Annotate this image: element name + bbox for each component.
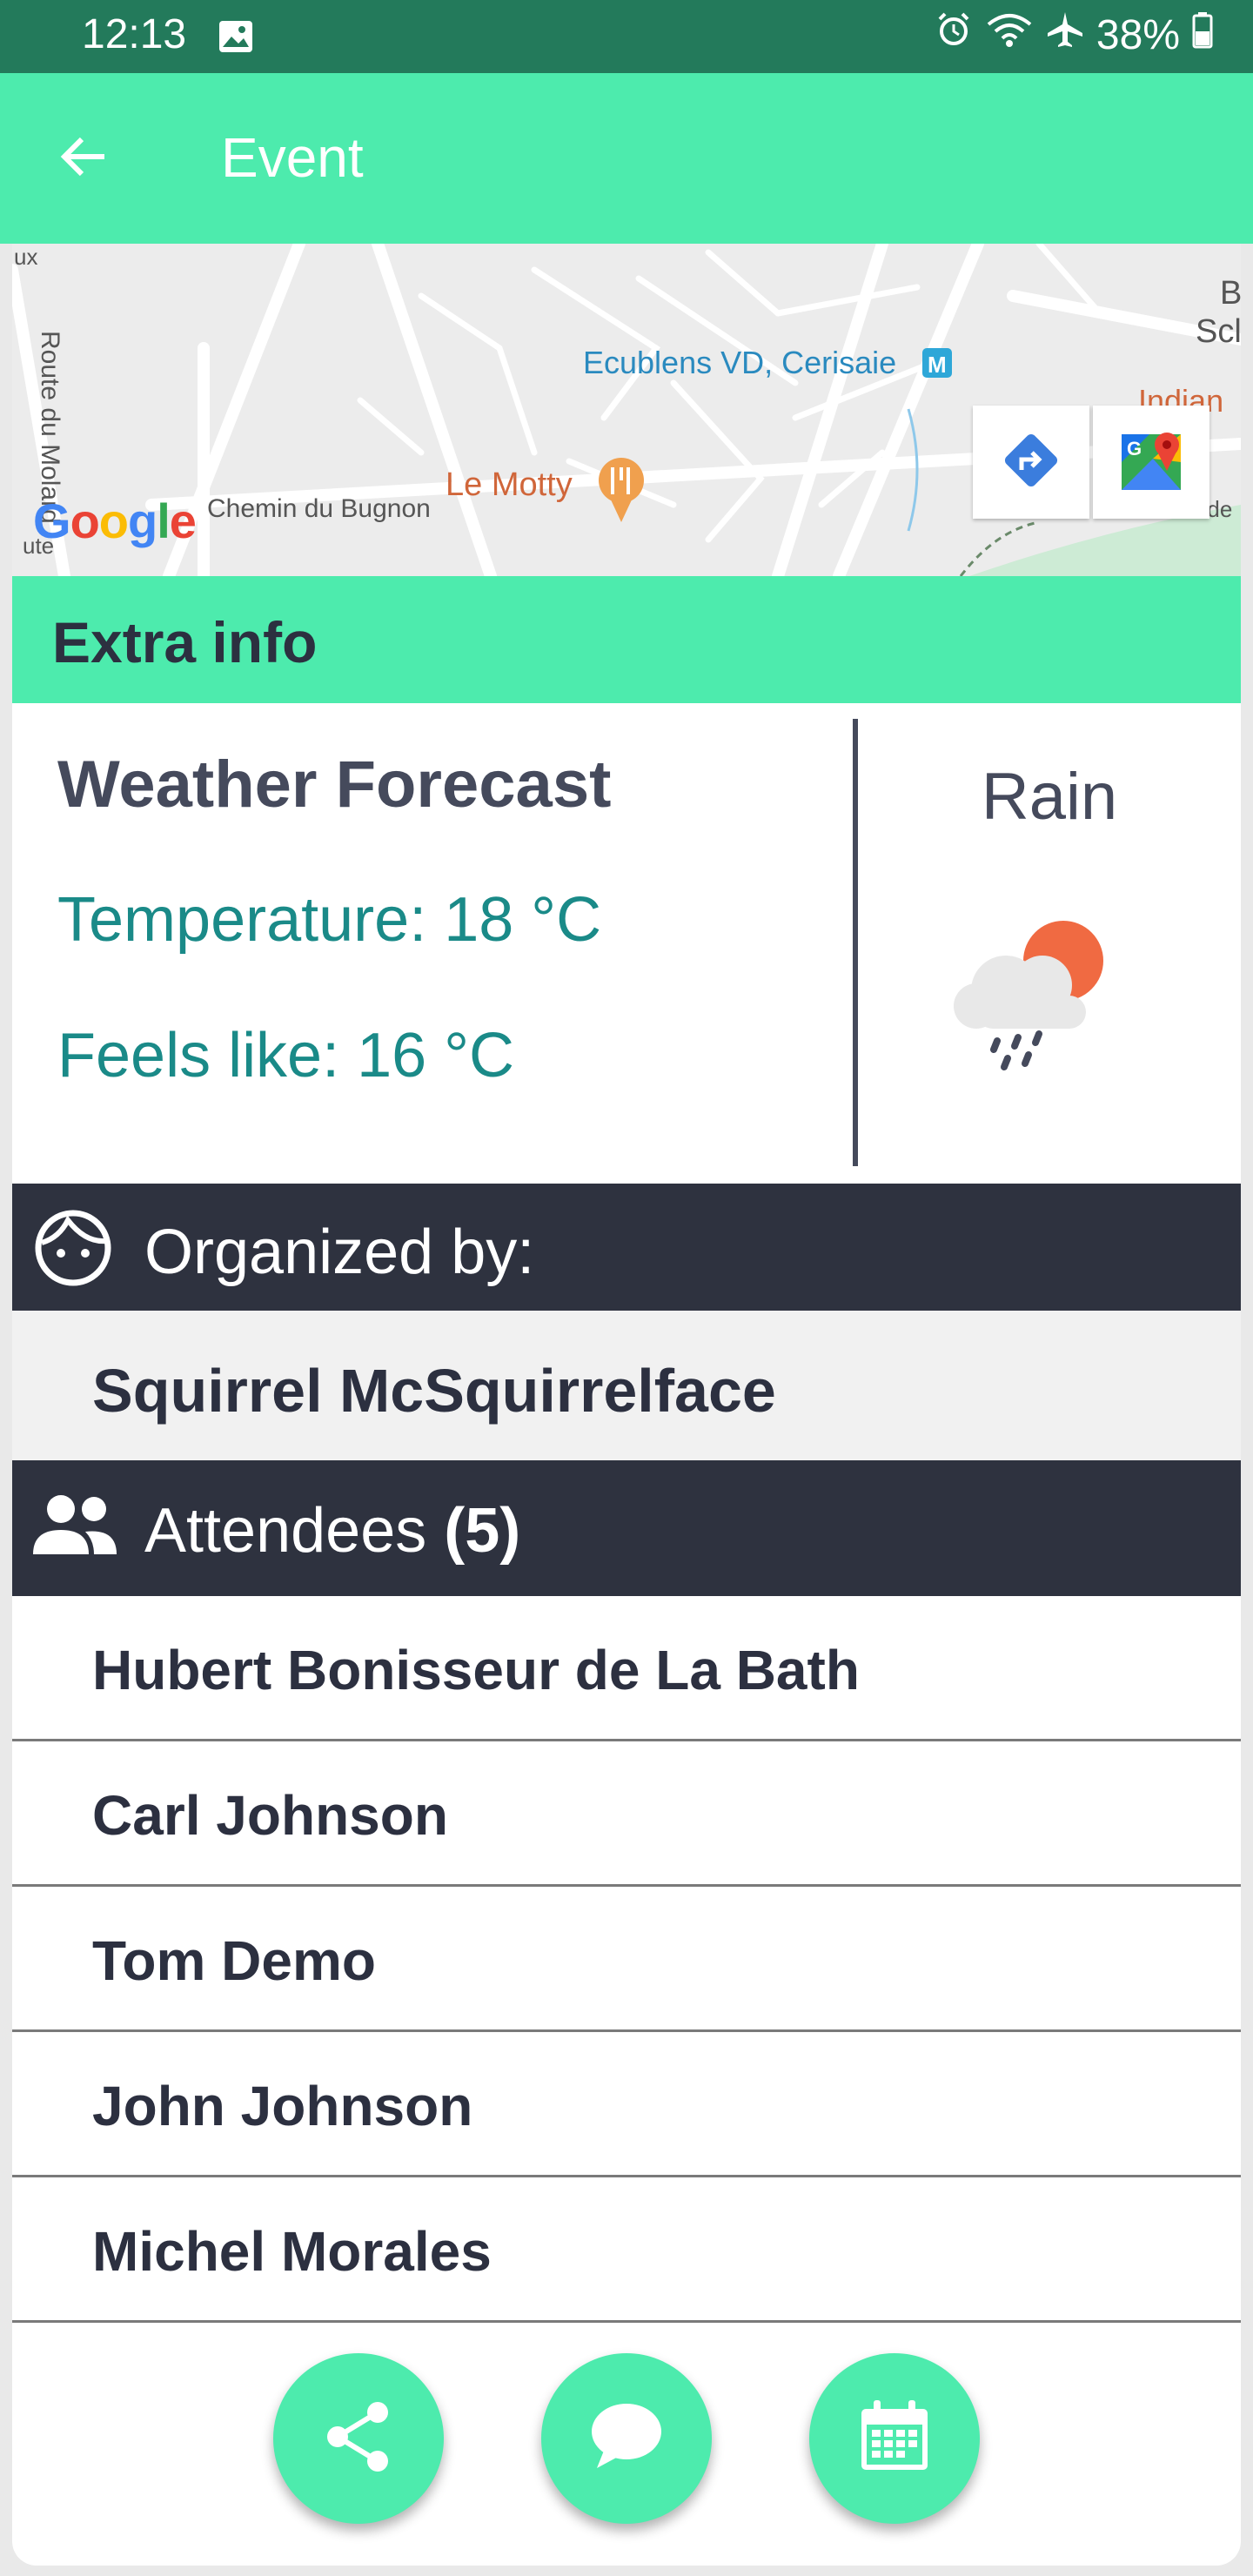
svg-text:M: M: [928, 352, 947, 378]
map-label-ux: ux: [14, 244, 38, 270]
battery-icon: [1192, 10, 1213, 59]
organizer-header-label: Organized by:: [144, 1218, 535, 1287]
organizer-name: Squirrel McSquirrelface: [92, 1357, 776, 1425]
gallery-icon: [218, 19, 254, 58]
list-item[interactable]: Michel Morales: [12, 2177, 1241, 2323]
attendee-name: John Johnson: [92, 2075, 473, 2137]
weather-title: Weather Forecast: [57, 748, 612, 822]
share-button[interactable]: [273, 2353, 444, 2524]
attendee-name: Hubert Bonisseur de La Bath: [92, 1639, 860, 1701]
organizer-header: Organized by:: [12, 1184, 1241, 1311]
people-icon: [30, 1490, 120, 1564]
share-icon: [317, 2395, 400, 2483]
list-item[interactable]: Carl Johnson: [12, 1741, 1241, 1887]
alarm-icon: [935, 10, 973, 59]
weather-feels-like: Feels like: 16 °C: [57, 1021, 514, 1090]
weather-condition: Rain: [981, 760, 1118, 834]
extra-info-title: Extra info: [52, 610, 318, 674]
open-in-maps-button[interactable]: G: [1093, 406, 1209, 519]
calendar-icon: [854, 2397, 935, 2481]
map-label-restaurant: Le Motty: [446, 466, 573, 503]
attendees-label: Attendees: [144, 1496, 427, 1566]
map-label-sc: Scl: [1196, 313, 1241, 350]
back-arrow-icon[interactable]: [56, 129, 111, 189]
wifi-icon: [985, 10, 1034, 59]
attendee-name: Carl Johnson: [92, 1784, 448, 1847]
list-item[interactable]: Hubert Bonisseur de La Bath: [12, 1596, 1241, 1741]
directions-button[interactable]: [973, 406, 1089, 519]
svg-text:G: G: [1127, 438, 1142, 460]
attendees-header: Attendees (5): [12, 1460, 1241, 1596]
page-title: Event: [221, 126, 364, 189]
event-card: M Route du Molard ux ute Chemin du Bugno…: [12, 244, 1241, 2566]
directions-icon: [1001, 430, 1062, 495]
chat-button[interactable]: [541, 2353, 712, 2524]
airplane-icon: [1046, 10, 1084, 59]
battery-percent: 38%: [1096, 11, 1180, 58]
attendee-name: Tom Demo: [92, 1929, 376, 1992]
svg-text:Google: Google: [33, 493, 196, 548]
attendee-name: Michel Morales: [92, 2220, 492, 2283]
calendar-button[interactable]: [809, 2353, 980, 2524]
chat-icon: [585, 2395, 668, 2483]
google-maps-icon: G: [1118, 427, 1184, 498]
attendees-header-label: Attendees (5): [144, 1495, 520, 1566]
map-label-b: B: [1220, 275, 1241, 312]
map-label-station: Ecublens VD, Cerisaie: [583, 345, 897, 380]
face-icon: [33, 1208, 113, 1292]
list-item[interactable]: Tom Demo: [12, 1887, 1241, 2032]
organizer-name-row: Squirrel McSquirrelface: [12, 1311, 1241, 1460]
list-item[interactable]: John Johnson: [12, 2032, 1241, 2177]
status-icons: 38%: [935, 10, 1213, 59]
extra-info-header: Extra info: [12, 576, 1241, 703]
weather-temperature: Temperature: 18 °C: [57, 885, 602, 955]
rain-sun-icon: [945, 912, 1119, 1082]
attendees-list: Hubert Bonisseur de La Bath Carl Johnson…: [12, 1596, 1241, 2323]
map-view[interactable]: M Route du Molard ux ute Chemin du Bugno…: [12, 244, 1241, 576]
status-bar: 12:13 38%: [0, 0, 1253, 73]
status-time: 12:13: [82, 11, 187, 57]
map-buttons: G: [969, 406, 1209, 519]
map-label-road-bugnon: Chemin du Bugnon: [207, 494, 431, 523]
weather-forecast-panel: Weather Forecast Temperature: 18 °C Feel…: [12, 703, 1241, 1166]
app-bar: Event: [0, 73, 1253, 244]
attendees-count: (5): [444, 1496, 521, 1566]
google-logo: Google: [33, 493, 207, 560]
